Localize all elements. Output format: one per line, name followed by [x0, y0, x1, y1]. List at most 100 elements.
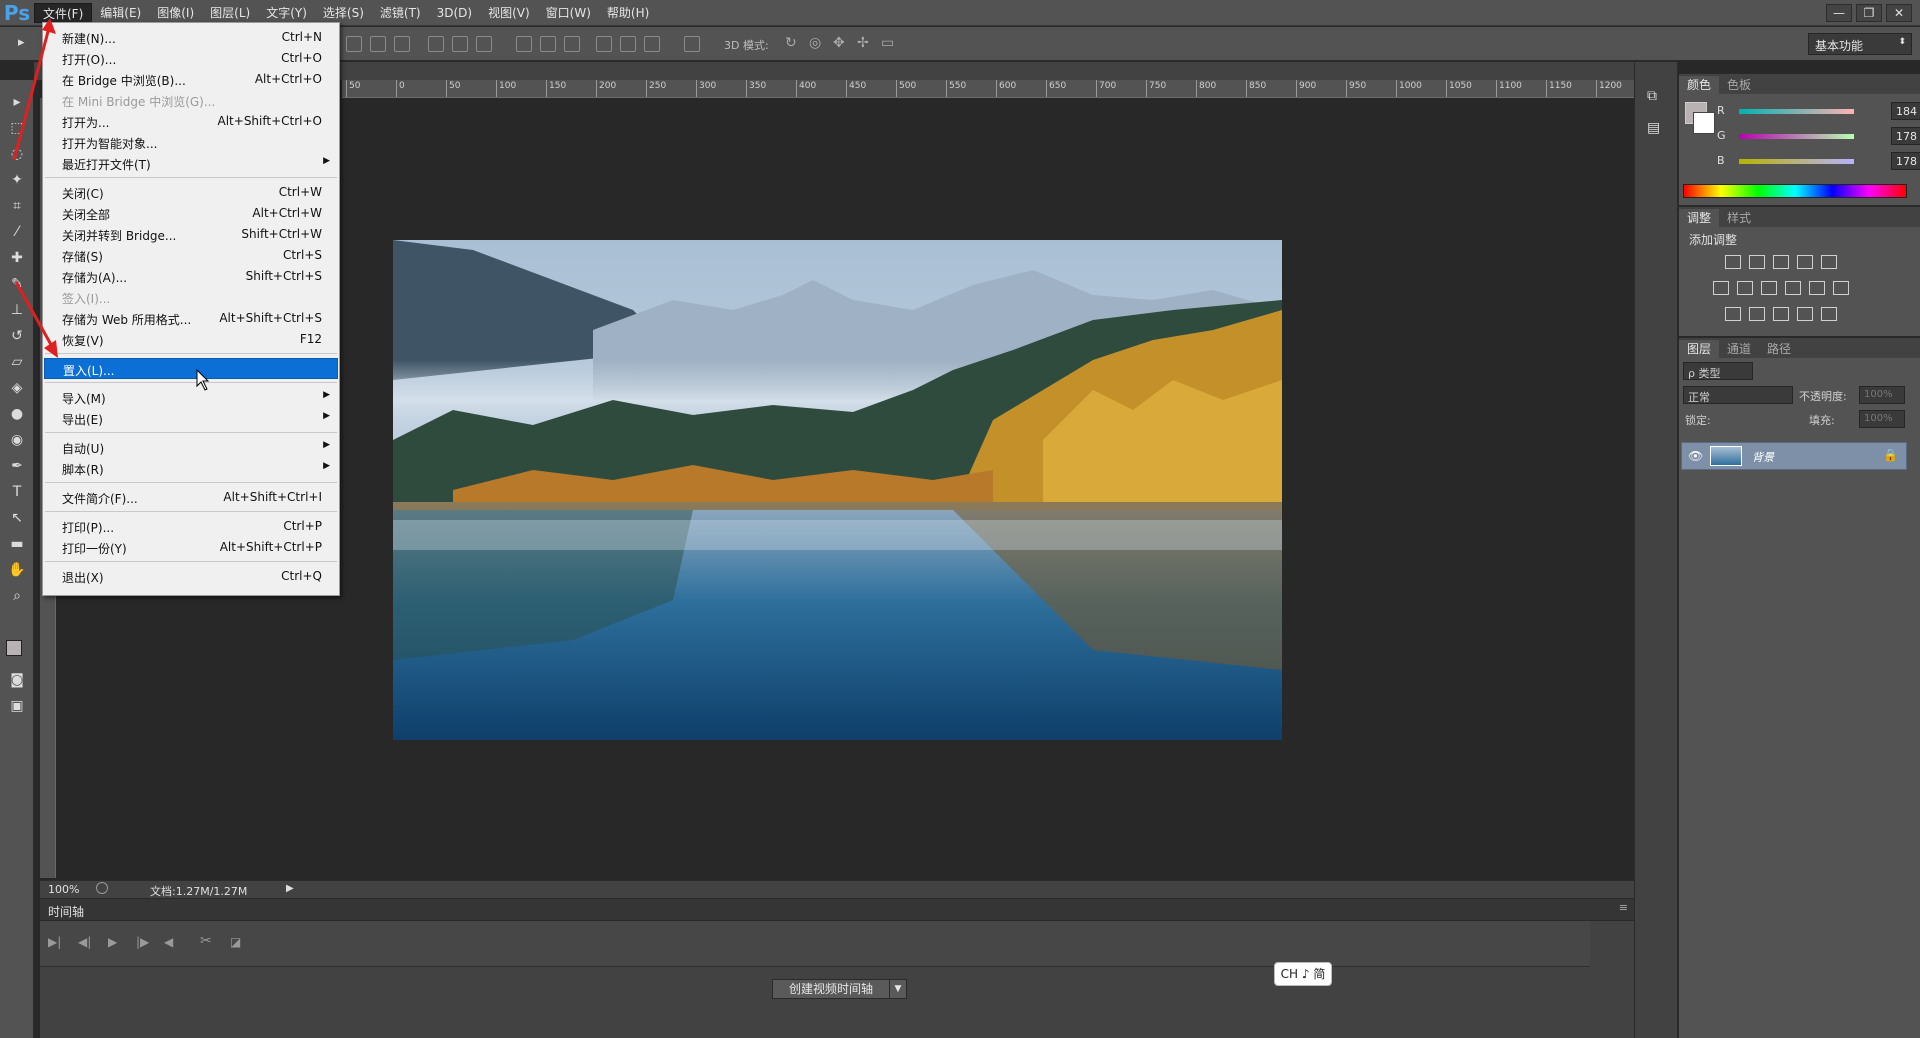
status-arrow-icon[interactable]: ▶ — [286, 883, 294, 894]
align-vcenter-icon[interactable] — [370, 36, 386, 52]
channel-r-value[interactable]: 184 — [1891, 102, 1920, 120]
tab-styles[interactable]: 样式 — [1719, 209, 1759, 227]
file-menu-item[interactable]: 关闭(C) Ctrl+W — [44, 182, 338, 203]
align-right-icon[interactable] — [476, 36, 492, 52]
first-frame-icon[interactable]: ▶| — [48, 935, 61, 949]
tab-adjustments[interactable]: 调整 — [1679, 209, 1720, 227]
lock-icon[interactable]: 🔒 — [1883, 448, 1898, 462]
layer-filter-select[interactable]: ρ 类型 — [1683, 362, 1753, 380]
file-menu-item[interactable]: 存储为 Web 所用格式... Alt+Shift+Ctrl+S — [44, 308, 338, 329]
menu-filter[interactable]: 滤镜(T) — [372, 3, 429, 23]
3d-scale-icon[interactable]: ▭ — [881, 35, 894, 51]
3d-pan-icon[interactable]: ✥ — [833, 35, 845, 51]
3d-roll-icon[interactable]: ◎ — [809, 35, 821, 51]
file-menu-item[interactable]: 脚本(R) ▶ — [44, 458, 338, 479]
dodge-tool-icon[interactable]: ◉ — [7, 430, 27, 450]
posterize-icon[interactable] — [1749, 307, 1765, 321]
auto-align-icon[interactable] — [684, 36, 700, 52]
menu-help[interactable]: 帮助(H) — [599, 3, 657, 23]
menu-view[interactable]: 视图(V) — [480, 3, 538, 23]
minimize-button[interactable]: — — [1826, 3, 1852, 22]
file-menu-item[interactable]: 自动(U) ▶ — [44, 437, 338, 458]
file-menu-item[interactable]: 存储(S) Ctrl+S — [44, 245, 338, 266]
blur-tool-icon[interactable]: ● — [7, 404, 27, 424]
timeline-tab[interactable]: 时间轴 — [48, 903, 84, 920]
file-menu-item[interactable]: 打开(O)... Ctrl+O — [44, 48, 338, 69]
invert-icon[interactable] — [1725, 307, 1741, 321]
audio-icon[interactable]: ◀ — [164, 935, 173, 949]
exposure-icon[interactable] — [1797, 255, 1813, 269]
tab-color[interactable]: 颜色 — [1679, 76, 1720, 94]
distribute-right-icon[interactable] — [644, 36, 660, 52]
brush-tool-icon[interactable]: ✎ — [7, 274, 27, 294]
fill-input[interactable]: 100% — [1859, 410, 1905, 428]
panel-menu-icon[interactable]: ≡ — [1619, 901, 1628, 914]
restore-button[interactable]: ❐ — [1856, 3, 1882, 22]
distribute-top-icon[interactable] — [516, 36, 532, 52]
menu-select[interactable]: 选择(S) — [315, 3, 372, 23]
menu-layer[interactable]: 图层(L) — [202, 3, 258, 23]
hand-tool-icon[interactable]: ✋ — [7, 560, 27, 580]
distribute-bottom-icon[interactable] — [564, 36, 580, 52]
black-white-icon[interactable] — [1761, 281, 1777, 295]
menu-edit[interactable]: 编辑(E) — [92, 3, 149, 23]
levels-icon[interactable] — [1749, 255, 1765, 269]
file-menu-item[interactable]: 存储为(A)... Shift+Ctrl+S — [44, 266, 338, 287]
blend-mode-select[interactable]: 正常 — [1683, 386, 1793, 404]
path-selection-tool-icon[interactable]: ↖ — [7, 508, 27, 528]
hue-saturation-icon[interactable] — [1713, 281, 1729, 295]
channel-b-value[interactable]: 178 — [1891, 152, 1920, 170]
distribute-left-icon[interactable] — [596, 36, 612, 52]
play-icon[interactable]: ▶ — [108, 935, 117, 949]
selective-color-icon[interactable] — [1821, 307, 1837, 321]
document-image[interactable] — [393, 240, 1282, 740]
file-menu-item[interactable]: 关闭全部 Alt+Ctrl+W — [44, 203, 338, 224]
menu-3d[interactable]: 3D(D) — [429, 3, 480, 23]
color-lookup-icon[interactable] — [1833, 281, 1849, 295]
healing-brush-tool-icon[interactable]: ✚ — [7, 248, 27, 268]
layer-name[interactable]: 背景 — [1752, 449, 1774, 465]
3d-rotate-icon[interactable]: ↻ — [785, 35, 797, 51]
channel-r-track[interactable] — [1739, 109, 1854, 114]
eyedropper-tool-icon[interactable]: ⁄ — [7, 222, 27, 242]
tab-layers[interactable]: 图层 — [1679, 340, 1720, 358]
eye-icon[interactable]: 👁 — [1688, 449, 1703, 463]
file-menu-item[interactable]: 恢复(V) F12 — [44, 329, 338, 350]
tab-swatches[interactable]: 色板 — [1719, 76, 1759, 94]
vibrance-icon[interactable] — [1821, 255, 1837, 269]
channel-g-value[interactable]: 178 — [1891, 127, 1920, 145]
menu-window[interactable]: 窗口(W) — [538, 3, 599, 23]
clone-stamp-tool-icon[interactable]: ⊥ — [7, 300, 27, 320]
brightness-contrast-icon[interactable] — [1725, 255, 1741, 269]
menu-file[interactable]: 文件(F) — [34, 2, 93, 23]
threshold-icon[interactable] — [1773, 307, 1789, 321]
next-frame-icon[interactable]: |▶ — [136, 935, 149, 949]
split-scissors-icon[interactable]: ✂ — [200, 933, 212, 949]
zoom-tool-icon[interactable]: ⌕ — [7, 586, 27, 606]
close-window-button[interactable]: ✕ — [1886, 3, 1912, 22]
file-menu-item[interactable]: 打开为智能对象... — [44, 132, 338, 153]
align-hcenter-icon[interactable] — [452, 36, 468, 52]
channel-mixer-icon[interactable] — [1809, 281, 1825, 295]
crop-tool-icon[interactable]: ⌗ — [7, 196, 27, 216]
prev-frame-icon[interactable]: ◀| — [78, 935, 91, 949]
rectangle-tool-icon[interactable]: ▬ — [7, 534, 27, 554]
layer-row-background[interactable]: 👁 背景 🔒 — [1681, 442, 1907, 470]
file-menu-item[interactable]: 导出(E) ▶ — [44, 408, 338, 429]
photo-filter-icon[interactable] — [1785, 281, 1801, 295]
distribute-hcenter-icon[interactable] — [620, 36, 636, 52]
file-menu-item[interactable]: 关闭并转到 Bridge... Shift+Ctrl+W — [44, 224, 338, 245]
background-color-chip[interactable] — [1693, 112, 1715, 134]
pen-tool-icon[interactable]: ✒ — [7, 456, 27, 476]
lasso-tool-icon[interactable]: ◌ — [7, 144, 27, 164]
file-menu-item[interactable]: 在 Bridge 中浏览(B)... Alt+Ctrl+O — [44, 69, 338, 90]
distribute-vcenter-icon[interactable] — [540, 36, 556, 52]
channel-g-track[interactable] — [1739, 134, 1854, 139]
align-bottom-icon[interactable] — [394, 36, 410, 52]
eraser-tool-icon[interactable]: ▱ — [7, 352, 27, 372]
paint-bucket-tool-icon[interactable]: ◈ — [7, 378, 27, 398]
marquee-tool-icon[interactable]: ⬚ — [7, 118, 27, 138]
color-ramp[interactable] — [1683, 184, 1907, 198]
magic-wand-tool-icon[interactable]: ✦ — [7, 170, 27, 190]
gradient-map-icon[interactable] — [1797, 307, 1813, 321]
